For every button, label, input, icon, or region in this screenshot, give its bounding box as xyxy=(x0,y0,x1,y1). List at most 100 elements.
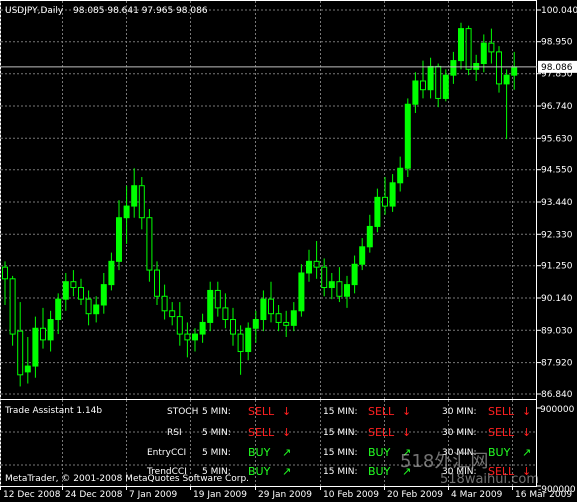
date-tick-label: 4 Mar 2009 xyxy=(451,490,503,500)
current-price-tag: 98.086 xyxy=(538,60,577,73)
signal-sell: SELL xyxy=(488,405,515,418)
timeframe-label: 15 MIN: xyxy=(323,448,358,458)
candle-body xyxy=(123,205,130,219)
candle-body xyxy=(230,319,236,335)
signal-buy: BUY xyxy=(368,446,391,459)
price-tick-label: 95.630 xyxy=(541,134,573,144)
current-price-label: 98.086 xyxy=(541,63,573,73)
indicator-title: Trade Assistant 1.14b xyxy=(4,406,102,416)
candle-body xyxy=(321,266,328,289)
candle-body xyxy=(40,327,46,341)
arrow-down-icon: ↓ xyxy=(522,426,531,439)
arrow-down-icon: ↓ xyxy=(402,426,411,439)
price-tick-label: 96.740 xyxy=(541,102,573,112)
candle-body xyxy=(222,307,229,321)
arrow-up-right-icon: ↗ xyxy=(522,446,531,459)
date-tick-label: 12 Dec 2008 xyxy=(3,490,61,500)
signal-buy: BUY xyxy=(248,465,271,478)
indicator-name: RSI xyxy=(167,428,182,438)
candle-body xyxy=(100,284,107,306)
watermark-logo-text: 518外汇网 xyxy=(400,451,488,472)
date-tick-label: 7 Jan 2009 xyxy=(129,490,177,500)
candle-body xyxy=(169,310,176,318)
candle-body xyxy=(192,333,198,341)
timeframe-label: 30 MIN: xyxy=(442,407,477,417)
candle-body xyxy=(131,185,138,207)
date-axis: 12 Dec 2008 24 Dec 2008 7 Jan 2009 19 Jan 2… xyxy=(0,486,572,500)
timeframe-label: 15 MIN: xyxy=(323,467,358,477)
candle-body xyxy=(382,196,388,207)
timeframe-label: 15 MIN: xyxy=(323,407,358,417)
candle-body xyxy=(108,260,115,286)
date-tick-label: 29 Jan 2009 xyxy=(258,490,312,500)
price-tick-label: 87.920 xyxy=(541,359,573,369)
candle-body xyxy=(397,167,404,184)
watermark-url: 518waihui.com xyxy=(440,472,539,487)
timeframe-label: 30 MIN: xyxy=(442,428,477,438)
candle-body xyxy=(283,321,290,326)
candle-body xyxy=(344,284,350,297)
price-tick-label: 92.330 xyxy=(541,230,573,240)
candle-body xyxy=(313,260,320,268)
price-tick-label: 90.140 xyxy=(541,294,573,304)
price-tick-label: 93.440 xyxy=(541,198,573,208)
candle-body xyxy=(47,319,54,341)
candle-body xyxy=(465,28,472,70)
arrow-down-icon: ↓ xyxy=(402,405,411,418)
candle-body xyxy=(328,281,335,289)
candle-body xyxy=(55,298,62,321)
candle-body xyxy=(2,266,8,280)
price-tick-label: 89.030 xyxy=(541,326,573,336)
timeframe-label: 5 MIN: xyxy=(202,448,231,458)
candle-body xyxy=(138,185,145,219)
candles xyxy=(2,22,518,387)
signal-sell: SELL xyxy=(368,426,395,439)
candle-body xyxy=(450,60,457,76)
watermark: 518外汇网 518waihui.com xyxy=(400,451,539,487)
candle-body xyxy=(496,51,502,85)
candle-body xyxy=(404,103,411,169)
arrow-down-icon: ↓ xyxy=(282,426,291,439)
chart-area[interactable]: USDJPY,Daily 98.085 98.641 97.965 98.086… xyxy=(0,0,577,502)
candle-body xyxy=(511,66,518,76)
candle-body xyxy=(93,304,100,315)
date-tick-label: 19 Jan 2009 xyxy=(193,490,247,500)
candle-body xyxy=(252,319,259,329)
signal-sell: SELL xyxy=(368,405,395,418)
chart-title: USDJPY,Daily xyxy=(5,6,64,16)
candle-body xyxy=(24,365,31,373)
candle-body xyxy=(351,263,358,286)
arrow-down-icon: ↓ xyxy=(522,405,531,418)
indicator-scale-bottom: -900000 xyxy=(538,485,576,495)
signal-sell: SELL xyxy=(488,426,515,439)
signal-buy: BUY xyxy=(248,446,271,459)
arrow-up-right-icon: ↗ xyxy=(282,446,291,459)
candle-body xyxy=(260,298,267,321)
candle-body xyxy=(62,281,69,300)
arrow-down-icon: ↓ xyxy=(282,405,291,418)
candle-body xyxy=(290,310,297,326)
ohlc-readout: 98.085 98.641 97.965 98.086 xyxy=(73,6,208,16)
timeframe-label: 15 MIN: xyxy=(323,428,358,438)
candle-body xyxy=(336,281,343,297)
candle-body xyxy=(374,196,381,227)
price-tick-label: 100.040 xyxy=(541,6,577,16)
candle-body xyxy=(199,321,206,335)
price-tick-label: 86.840 xyxy=(541,390,573,400)
candle-body xyxy=(154,269,160,297)
candle-body xyxy=(412,80,419,105)
candle-body xyxy=(214,289,221,309)
candle-body xyxy=(17,330,24,376)
indicator-scale-top: 900000 xyxy=(540,405,575,415)
date-tick-label: 24 Dec 2008 xyxy=(65,490,123,500)
price-tick-label: 94.550 xyxy=(541,166,573,176)
arrow-up-right-icon: ↗ xyxy=(282,465,291,478)
signal-sell: SELL xyxy=(248,426,275,439)
copyright-text: MetaTrader, © 2001-2008 MetaQuotes Softw… xyxy=(5,474,249,484)
candle-body xyxy=(366,225,373,248)
candle-body xyxy=(275,313,282,323)
candle-body xyxy=(245,327,252,353)
candle-body xyxy=(268,298,274,315)
candle-body xyxy=(503,74,510,85)
date-tick-label: 20 Feb 2009 xyxy=(387,490,443,500)
